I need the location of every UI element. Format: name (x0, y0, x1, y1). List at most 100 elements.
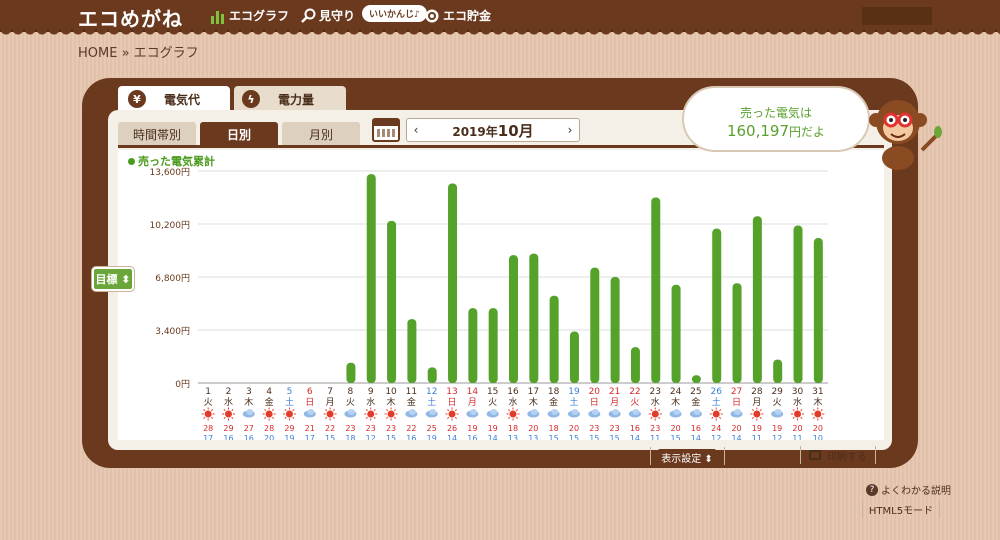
temp-high-label: 29 (223, 424, 233, 433)
bar (793, 225, 803, 383)
temp-high-label: 23 (610, 424, 620, 433)
bar (610, 277, 620, 383)
separator (724, 447, 725, 465)
x-weekday-label: 水 (224, 396, 233, 408)
sun-ray (210, 416, 214, 419)
temp-high-label: 27 (244, 424, 254, 433)
temp-high-label: 20 (569, 424, 579, 433)
subtab-label: 日別 (226, 127, 251, 142)
sun-icon (224, 410, 232, 418)
sun-ray (373, 416, 376, 419)
sun-ray (800, 409, 803, 412)
temp-low-label: 15 (549, 434, 559, 440)
print-button[interactable]: 印刷する (800, 446, 876, 464)
x-day-label: 28 (751, 387, 763, 397)
bar (752, 216, 762, 383)
bar (691, 375, 701, 383)
x-weekday-label: 木 (813, 396, 822, 408)
nav-eco-savings[interactable]: エコ貯金 (424, 7, 491, 24)
subtab-daily[interactable]: 日別 (200, 122, 278, 146)
sun-ray (284, 416, 287, 419)
tab-electricity-amount[interactable]: ϟ 電力量 (234, 86, 346, 112)
x-day-label: 14 (467, 387, 479, 397)
subtab-label: 月別 (308, 127, 333, 142)
temp-high-label: 20 (528, 424, 538, 433)
temp-low-label: 17 (305, 434, 315, 440)
cloud-puff (673, 409, 681, 415)
temp-high-label: 20 (813, 424, 823, 433)
temp-high-label: 19 (467, 424, 477, 433)
bubble-caption: 売った電気は (739, 106, 812, 120)
x-day-label: 15 (487, 387, 498, 397)
x-day-label: 17 (528, 387, 539, 397)
x-weekday-label: 日 (732, 397, 741, 408)
separator (650, 447, 651, 465)
sun-ray (711, 409, 714, 412)
temp-high-label: 25 (427, 424, 437, 433)
x-weekday-label: 水 (793, 396, 802, 408)
sun-icon (509, 410, 517, 418)
bar (773, 359, 783, 383)
user-area[interactable] (862, 7, 932, 25)
x-weekday-label: 火 (488, 397, 497, 408)
temp-high-label: 19 (752, 424, 762, 433)
sun-ray (812, 416, 816, 419)
x-day-label: 13 (446, 387, 457, 397)
calendar-icon[interactable] (372, 118, 400, 142)
temp-low-label: 19 (427, 434, 437, 440)
x-day-label: 8 (348, 387, 354, 397)
sun-ray (658, 409, 661, 412)
x-day-label: 25 (690, 387, 701, 397)
next-month-button[interactable]: › (561, 123, 579, 137)
sun-ray (203, 416, 206, 419)
sold-electricity-bubble: 売った電気は 160,197円だよ (682, 86, 870, 152)
temp-high-label: 20 (792, 424, 802, 433)
temp-high-label: 18 (508, 424, 518, 433)
nav-label: エコグラフ (229, 9, 290, 23)
x-weekday-label: 火 (204, 397, 213, 408)
temp-low-label: 15 (386, 434, 396, 440)
nav-label: 見守り (319, 9, 356, 23)
printer-icon (809, 450, 821, 460)
breadcrumb[interactable]: HOME » エコグラフ (78, 42, 199, 61)
temp-high-label: 29 (284, 424, 294, 433)
cloud-puff (571, 409, 579, 415)
nav-mimamori[interactable]: 見守り (300, 7, 355, 24)
sun-ray (223, 409, 226, 412)
app-logo[interactable]: エコめがね (78, 3, 183, 32)
subtab-monthly[interactable]: 月別 (282, 122, 360, 146)
temp-high-label: 22 (406, 424, 416, 433)
help-link[interactable]: ? よくわかる説明 (866, 482, 951, 497)
prev-month-button[interactable]: ‹ (407, 123, 425, 137)
x-day-label: 24 (670, 387, 682, 397)
x-weekday-label: 水 (508, 396, 517, 408)
cloud-puff (774, 409, 782, 415)
sun-ray (264, 409, 267, 412)
html5-mode-button[interactable]: HTML5モード (862, 500, 940, 518)
bar (712, 228, 722, 383)
tab-electricity-cost[interactable]: ¥ 電気代 (118, 86, 230, 112)
temp-high-label: 20 (731, 424, 741, 433)
sun-ray (792, 416, 795, 419)
display-settings-button[interactable]: 表示設定 ⬍ (658, 449, 716, 465)
temp-high-label: 23 (386, 424, 396, 433)
target-select-button[interactable]: 目標 ⬍ (92, 267, 134, 291)
bar (732, 283, 742, 383)
nav-eco-graph[interactable]: エコグラフ (210, 7, 289, 24)
sun-ray (284, 409, 287, 412)
temp-low-label: 14 (691, 434, 701, 440)
temp-low-label: 17 (203, 434, 213, 440)
x-weekday-label: 日 (305, 397, 314, 408)
sold-amount: 160,197 (726, 122, 789, 140)
cloud-puff (408, 409, 416, 415)
temp-low-label: 15 (569, 434, 579, 440)
x-day-label: 3 (246, 387, 252, 397)
cloud-puff (429, 409, 437, 415)
x-day-label: 30 (792, 387, 804, 397)
y-tick-label: 0円 (175, 379, 190, 390)
subtab-hourly[interactable]: 時間帯別 (118, 122, 196, 146)
cloud-puff (307, 409, 315, 415)
sun-ray (792, 409, 795, 412)
sun-ray (447, 409, 450, 412)
x-day-label: 4 (266, 387, 272, 397)
